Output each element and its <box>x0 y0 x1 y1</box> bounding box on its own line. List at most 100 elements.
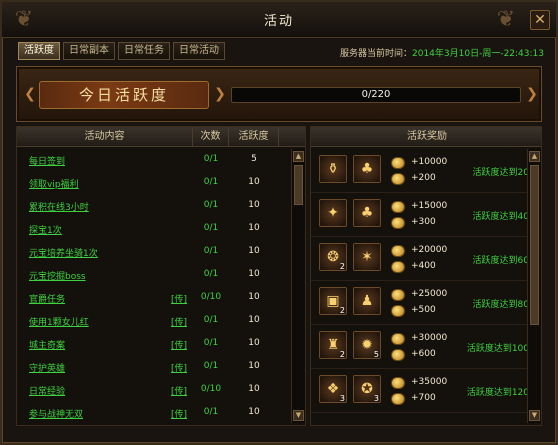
activity-points: 10 <box>248 269 260 279</box>
gold-coin-icon <box>391 377 405 389</box>
gold-rune-icon[interactable]: ✦ <box>319 199 347 227</box>
activity-count: 0/1 <box>203 223 219 233</box>
item-glyph: ♣ <box>360 205 374 221</box>
header-rewards: 活跃奖励 <box>407 131 447 142</box>
close-button[interactable]: ✕ <box>530 10 550 30</box>
reward-header: 活跃奖励 <box>311 127 541 147</box>
reward-panel: 活跃奖励 ⚱ ♣ +10000 +200 活跃度达到20 ✦ ♣ +15000 +300 活跃度达… <box>310 126 542 426</box>
header-content: 活动内容 <box>17 127 193 147</box>
activity-name-link[interactable]: 日常经验 <box>29 384 65 397</box>
activity-points: 10 <box>248 223 260 233</box>
tab-daily-events[interactable]: 日常活动 <box>173 42 225 60</box>
fire-orb-icon[interactable]: ✹ 5 <box>353 331 381 359</box>
activity-points: 10 <box>248 384 260 394</box>
ingot-icon <box>391 173 405 185</box>
ornament-icon: ❮ <box>24 86 36 102</box>
teleport-link[interactable]: [传] <box>171 361 187 374</box>
activity-list-panel: 活动内容 次数 活跃度 每日签到 0/1 5 领取vip福利 0/1 10 累积在线3小时 0… <box>16 126 306 426</box>
list-item: 元宝挖掘boss 0/1 10 <box>17 264 285 287</box>
activity-name-link[interactable]: 累积在线3小时 <box>29 200 89 213</box>
reward-scrollbar[interactable]: ▲ ▼ <box>527 149 541 423</box>
activity-points: 10 <box>248 315 260 325</box>
reward-row: ❖ 3 ✪ 3 +35000 +700 活跃度达到120 <box>311 369 529 413</box>
scroll-up-icon[interactable]: ▲ <box>529 151 540 162</box>
blue-gem-icon[interactable]: ❖ 3 <box>319 375 347 403</box>
reward-goal: 活跃度达到20 <box>472 168 529 178</box>
item-quantity: 2 <box>339 306 345 315</box>
reward-goal: 活跃度达到40 <box>472 212 529 222</box>
medal-icon[interactable]: ✪ 3 <box>353 375 381 403</box>
activity-name-link[interactable]: 每日签到 <box>29 154 65 167</box>
green-bag-icon[interactable]: ♣ <box>353 199 381 227</box>
potion-icon[interactable]: ♟ <box>353 287 381 315</box>
green-orb-icon[interactable]: ❂ 2 <box>319 243 347 271</box>
chest-icon[interactable]: ▣ 2 <box>319 287 347 315</box>
item-glyph: ✦ <box>327 205 339 221</box>
tab-daily-quests[interactable]: 日常任务 <box>118 42 170 60</box>
ingot-reward: +300 <box>411 217 436 227</box>
server-time-label: 服务器当前时间： <box>339 49 412 59</box>
activity-scrollbar[interactable]: ▲ ▼ <box>291 149 305 423</box>
teleport-link[interactable]: [传] <box>171 407 187 420</box>
tab-daily-dungeon[interactable]: 日常副本 <box>63 42 115 60</box>
tab-activity-points[interactable]: 活跃度 <box>18 42 60 60</box>
activity-points: 10 <box>248 361 260 371</box>
tower-scroll-icon[interactable]: ♜ 2 <box>319 331 347 359</box>
activity-count: 0/1 <box>203 154 219 164</box>
server-time: 服务器当前时间：2014年3月10日-周一-22:43:13 <box>340 46 544 59</box>
title-bar[interactable]: ❦ 活动 ❦ ✕ <box>2 2 556 38</box>
activity-count: 0/1 <box>203 407 219 417</box>
activity-name-link[interactable]: 领取vip福利 <box>29 177 79 190</box>
ornament-icon: ❯ <box>526 86 538 102</box>
green-bag-icon[interactable]: ♣ <box>353 155 381 183</box>
activity-points: 10 <box>248 292 260 302</box>
reward-row: ✦ ♣ +15000 +300 活跃度达到40 <box>311 193 529 237</box>
ingot-reward: +700 <box>411 393 436 403</box>
gold-coin-icon <box>391 289 405 301</box>
teleport-link[interactable]: [传] <box>171 384 187 397</box>
item-glyph: ▣ <box>326 293 340 309</box>
activity-name-link[interactable]: 守护英雄 <box>29 361 65 374</box>
activity-name-link[interactable]: 元宝挖掘boss <box>29 269 86 282</box>
item-quantity: 5 <box>373 350 379 359</box>
teleport-link[interactable]: [传] <box>171 315 187 328</box>
item-quantity: 3 <box>339 394 345 403</box>
red-jar-icon[interactable]: ⚱ <box>319 155 347 183</box>
teleport-link[interactable]: [传] <box>171 292 187 305</box>
activity-points: 10 <box>248 177 260 187</box>
activity-name-link[interactable]: 探宝1次 <box>29 223 62 236</box>
reward-row: ♜ 2 ✹ 5 +30000 +600 活跃度达到100 <box>311 325 529 369</box>
gold-reward: +25000 <box>411 289 448 299</box>
banner-title: 今日活跃度 <box>39 81 209 109</box>
scroll-thumb[interactable] <box>294 165 303 205</box>
activity-name-link[interactable]: 城主奇案 <box>29 338 65 351</box>
activity-count: 0/1 <box>203 315 219 325</box>
item-glyph: ❂ <box>327 249 339 265</box>
scroll-thumb[interactable] <box>530 165 539 325</box>
activity-rows: 每日签到 0/1 5 领取vip福利 0/1 10 累积在线3小时 0/1 10 探宝1次 0/1 1… <box>17 149 285 425</box>
gold-coin-icon <box>391 245 405 257</box>
activity-name-link[interactable]: 官爵任务 <box>29 292 65 305</box>
scroll-down-icon[interactable]: ▼ <box>529 410 540 421</box>
item-quantity: 3 <box>373 394 379 403</box>
scroll-up-icon[interactable]: ▲ <box>293 151 304 162</box>
activity-count: 0/1 <box>203 177 219 187</box>
activity-name-link[interactable]: 使用1颗女儿红 <box>29 315 89 328</box>
scroll-down-icon[interactable]: ▼ <box>293 410 304 421</box>
list-item: 元宝培养坐骑1次 0/1 10 <box>17 241 285 264</box>
ingot-icon <box>391 217 405 229</box>
list-item: 日常经验 [传] 0/10 10 <box>17 379 285 402</box>
header-count: 次数 <box>193 127 229 147</box>
item-glyph: ♣ <box>360 161 374 177</box>
activity-name-link[interactable]: 元宝培养坐骑1次 <box>29 246 98 259</box>
activity-count: 0/1 <box>203 246 219 256</box>
gold-reward: +10000 <box>411 157 448 167</box>
gold-reward: +20000 <box>411 245 448 255</box>
gold-reward: +30000 <box>411 333 448 343</box>
list-header: 活动内容 次数 活跃度 <box>17 127 305 147</box>
teleport-link[interactable]: [传] <box>171 338 187 351</box>
item-glyph: ✶ <box>361 249 373 265</box>
golden-burst-icon[interactable]: ✶ <box>353 243 381 271</box>
list-item: 领取vip福利 0/1 10 <box>17 172 285 195</box>
activity-name-link[interactable]: 参与战神无双 <box>29 407 83 420</box>
